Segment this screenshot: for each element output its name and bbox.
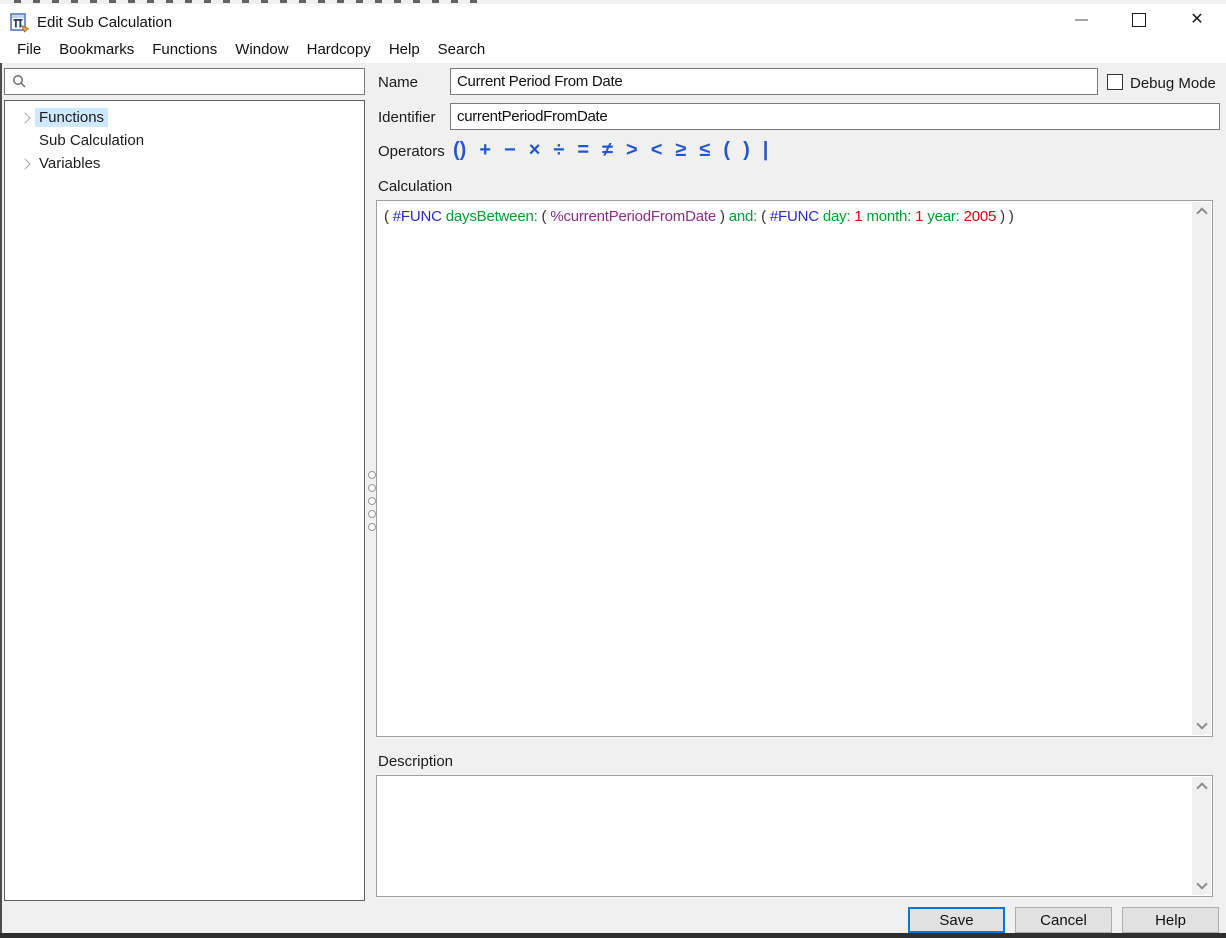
search-icon	[12, 74, 27, 94]
menu-item-hardcopy[interactable]: Hardcopy	[298, 38, 380, 61]
debug-mode-label: Debug Mode	[1130, 75, 1216, 92]
chevron-right-glyph	[19, 158, 30, 169]
function-tree: Functions Sub Calculation Variables	[4, 100, 365, 901]
calc-token-plain: (	[384, 208, 393, 225]
background-window-sliver	[14, 0, 484, 3]
calc-token-selector: and:	[729, 208, 757, 225]
operator-open-paren[interactable]: (	[723, 140, 730, 160]
help-button[interactable]: Help	[1122, 907, 1219, 933]
operator-not-equals[interactable]: ≠	[602, 140, 613, 160]
splitter-grip-dot	[368, 510, 376, 518]
calc-token-number: 1	[854, 208, 862, 225]
identifier-input[interactable]	[450, 103, 1220, 130]
menu-item-bookmarks[interactable]: Bookmarks	[50, 38, 143, 61]
calc-token-func: #FUNC	[770, 208, 819, 225]
background-window-edge	[0, 4, 2, 938]
search-input[interactable]	[31, 70, 365, 95]
calc-token-selector: daysBetween:	[446, 208, 538, 225]
name-input[interactable]	[450, 68, 1098, 95]
operator-equals[interactable]: =	[577, 140, 589, 160]
maximize-icon	[1132, 13, 1146, 27]
edit-sub-calculation-window: Edit Sub Calculation ✕ FileBookmarksFunc…	[0, 0, 1226, 938]
operator-less-than[interactable]: <	[651, 140, 663, 160]
chevron-right-icon[interactable]	[17, 160, 33, 168]
description-editor	[376, 775, 1213, 897]
menu-item-help[interactable]: Help	[380, 38, 429, 61]
calc-token-selector: day:	[823, 208, 851, 225]
operator-close-paren[interactable]: )	[743, 140, 750, 160]
calc-token-selector: year:	[927, 208, 959, 225]
menu-item-search[interactable]: Search	[429, 38, 495, 61]
debug-mode-checkbox[interactable]	[1107, 74, 1123, 90]
search-box	[4, 68, 365, 95]
tree-item-variables[interactable]: Variables	[5, 152, 364, 175]
description-label: Description	[378, 753, 453, 770]
calculation-scrollbar[interactable]	[1192, 202, 1211, 735]
tree-item-functions[interactable]: Functions	[5, 106, 364, 129]
tree-item-label: Functions	[35, 108, 108, 127]
name-label: Name	[378, 74, 418, 91]
calc-token-plain: (	[757, 208, 770, 225]
minimize-icon	[1075, 19, 1088, 21]
splitter-grip-dot	[368, 523, 376, 531]
tree-item-label: Variables	[35, 154, 104, 173]
caption-buttons: ✕	[1052, 4, 1226, 36]
chevron-right-glyph	[19, 112, 30, 123]
tree-item-label: Sub Calculation	[35, 131, 148, 150]
operator-minus[interactable]: −	[504, 140, 516, 160]
calc-token-plain: (	[538, 208, 551, 225]
tree-item-sub-calculation[interactable]: Sub Calculation	[5, 129, 364, 152]
action-buttons: Save Cancel Help	[908, 907, 1219, 933]
menu-item-functions[interactable]: Functions	[143, 38, 226, 61]
calculation-expression: ( #FUNC daysBetween: ( %currentPeriodFro…	[384, 207, 1188, 227]
operator-greater-equal[interactable]: ≥	[675, 140, 686, 160]
close-button[interactable]: ✕	[1168, 4, 1226, 36]
operator-multiply[interactable]: ×	[529, 140, 541, 160]
calc-token-variable: %currentPeriodFromDate	[550, 208, 716, 225]
calculation-editor[interactable]: ( #FUNC daysBetween: ( %currentPeriodFro…	[376, 200, 1213, 737]
splitter-grip-dot	[368, 471, 376, 479]
cancel-button[interactable]: Cancel	[1015, 907, 1112, 933]
operator-less-equal[interactable]: ≤	[699, 140, 710, 160]
maximize-button[interactable]	[1110, 4, 1168, 36]
description-scrollbar[interactable]	[1192, 777, 1211, 895]
calc-token-plain: )	[716, 208, 729, 225]
operator-plus[interactable]: +	[479, 140, 491, 160]
taskbar-sliver	[0, 933, 1226, 938]
titlebar: Edit Sub Calculation ✕	[0, 4, 1226, 36]
menubar: FileBookmarksFunctionsWindowHardcopyHelp…	[0, 36, 1226, 63]
operator-toolbar: () +−× ÷ = ≠ > < ≥ ≤ () |	[453, 136, 768, 164]
scroll-down-icon[interactable]	[1197, 880, 1206, 889]
scroll-down-icon[interactable]	[1197, 720, 1206, 729]
app-icon	[10, 13, 30, 33]
operator-greater-than[interactable]: >	[626, 140, 638, 160]
scroll-up-icon[interactable]	[1197, 208, 1206, 217]
splitter-grip-dot	[368, 484, 376, 492]
splitter-grip-dot	[368, 497, 376, 505]
calc-token-func: #FUNC	[393, 208, 442, 225]
minimize-button[interactable]	[1052, 4, 1110, 36]
operator-pipe[interactable]: |	[763, 140, 769, 160]
calc-token-number: 2005	[964, 208, 997, 225]
menu-item-file[interactable]: File	[8, 38, 50, 61]
operator-empty-parens[interactable]: ()	[453, 140, 466, 160]
description-input[interactable]	[379, 778, 1188, 894]
operators-label: Operators	[378, 143, 445, 160]
save-button[interactable]: Save	[908, 907, 1005, 933]
chevron-right-icon[interactable]	[17, 114, 33, 122]
close-icon: ✕	[1190, 12, 1203, 28]
menu-item-window[interactable]: Window	[226, 38, 297, 61]
calc-token-plain: ) )	[996, 208, 1014, 225]
calc-token-selector: month:	[867, 208, 912, 225]
identifier-label: Identifier	[378, 109, 436, 126]
calculation-label: Calculation	[378, 178, 452, 195]
operator-divide[interactable]: ÷	[553, 140, 564, 160]
scroll-up-icon[interactable]	[1197, 783, 1206, 792]
window-title: Edit Sub Calculation	[37, 14, 172, 31]
